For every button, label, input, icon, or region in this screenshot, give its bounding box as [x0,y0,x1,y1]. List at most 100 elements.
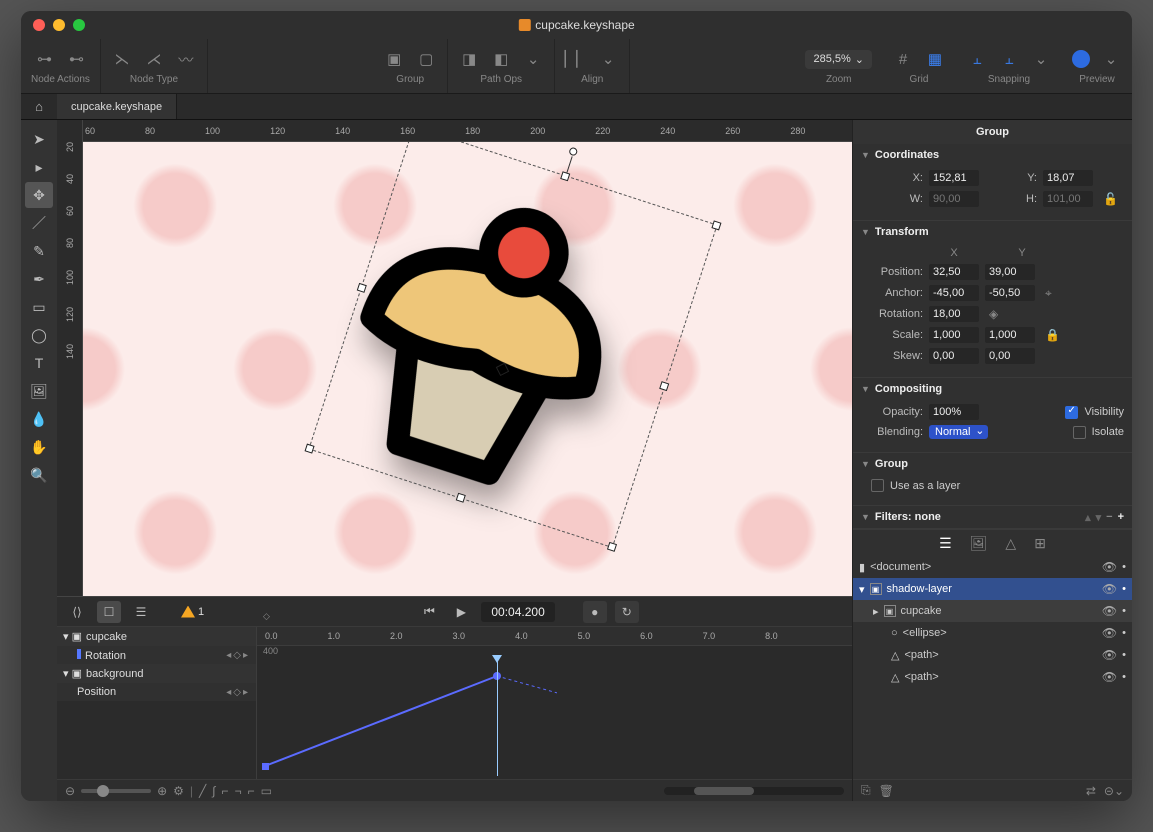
visibility-icon[interactable]: 👁 [1102,604,1117,618]
corner-node-icon[interactable]: ⋋ [111,48,133,70]
animation-curve[interactable] [257,656,557,801]
curve-linear-icon[interactable]: ╱ [199,784,206,798]
timeline-item-background[interactable]: ▾ ▣ background [57,664,256,683]
anchor-y-input[interactable] [985,285,1035,301]
zoom-in-button[interactable]: ⊕ [157,784,167,798]
layer-path-1[interactable]: △<path>👁 • [853,644,1132,666]
layer-cupcake[interactable]: ▸ ▣cupcake👁 • [853,600,1132,622]
layer-shadow-layer[interactable]: ▾ ▣shadow-layer👁 • [853,578,1132,600]
use-as-layer-checkbox[interactable] [871,479,884,492]
lock-dot-icon[interactable]: • [1122,605,1126,617]
scale-y-input[interactable] [985,327,1035,343]
ungroup-icon[interactable]: ▢ [415,48,437,70]
timeline-prop-rotation[interactable]: Rotation◂◇▸ [57,646,256,664]
handle-tm[interactable] [560,171,570,181]
lock-dot-icon[interactable]: • [1122,627,1126,639]
layers-tab-assets[interactable]: 🖼 [970,535,988,552]
filter-up-icon[interactable]: ▴ [1085,511,1091,524]
blending-select[interactable]: Normal [929,425,988,439]
section-group[interactable]: ▼Group [853,453,1132,475]
coord-h-input[interactable] [1043,191,1093,207]
layers-tab-list[interactable]: ☰ [939,535,952,552]
eyedropper-tool[interactable]: 💧 [25,406,53,432]
anchor-x-input[interactable] [929,285,979,301]
filter-add-icon[interactable]: + [1118,511,1124,523]
timeline-scrollbar[interactable] [664,787,844,795]
break-nodes-icon[interactable]: ⊷ [65,48,87,70]
layers-tab-symbols[interactable]: △ [1005,535,1016,552]
play-button[interactable]: ▶ [449,601,473,623]
layers-options-button[interactable]: ⊝⌄ [1104,784,1124,798]
document-tab[interactable]: cupcake.keyshape [57,94,177,119]
timeline-item-cupcake[interactable]: ▾ ▣ cupcake [57,627,256,646]
preview-more-icon[interactable]: ⌄ [1100,48,1122,70]
text-tool[interactable]: T [25,350,53,376]
grid-toggle-icon[interactable]: # [892,48,914,70]
section-transform[interactable]: ▼Transform [853,221,1132,243]
transform-tool[interactable]: ✥ [25,182,53,208]
coord-x-input[interactable] [929,170,979,186]
align-left-icon[interactable]: ▏▏ [565,48,587,70]
zoom-value[interactable]: 285,5% ⌄ [805,50,872,69]
position-x-input[interactable] [929,264,979,280]
union-icon[interactable]: ◨ [458,48,480,70]
layers-tab-grid[interactable]: ⊞ [1034,535,1046,552]
timeline-view-list[interactable]: ☰ [129,601,153,623]
ellipse-tool[interactable]: ◯ [25,322,53,348]
zoom-out-button[interactable]: ⊖ [65,784,75,798]
curve-easein-icon[interactable]: ⌐ [222,784,229,798]
settings-icon[interactable]: ⚙ [173,784,184,798]
snap-settings-icon[interactable]: ⫠ [998,48,1020,70]
skew-x-input[interactable] [929,348,979,364]
pencil-tool[interactable]: ✎ [25,238,53,264]
visibility-icon[interactable]: 👁 [1102,648,1117,662]
keyframe-nav-icon[interactable]: ◂◇▸ [226,650,250,661]
warnings-badge[interactable]: 1 [181,606,204,618]
visibility-icon[interactable]: 👁 [1102,582,1117,596]
curve-step-icon[interactable]: ⌐ [248,784,255,798]
minimize-window-button[interactable] [53,19,65,31]
snap-icon[interactable]: ⫠ [966,48,988,70]
rotation-input[interactable] [929,306,979,322]
preview-icon[interactable] [1072,50,1090,68]
image-tool[interactable]: 🖼 [25,378,53,404]
rectangle-tool[interactable]: ▭ [25,294,53,320]
anchor-origin[interactable] [496,362,509,375]
symmetric-node-icon[interactable]: 〰 [175,48,197,70]
timeline-view-curves[interactable]: ☐ [97,601,121,623]
lock-dot-icon[interactable]: • [1122,561,1126,573]
smooth-node-icon[interactable]: ⋌ [143,48,165,70]
keyframe-nav-icon[interactable]: ◂◇▸ [226,687,250,698]
position-y-input[interactable] [985,264,1035,280]
coord-y-input[interactable] [1043,170,1093,186]
section-compositing[interactable]: ▼Compositing [853,378,1132,400]
align-more-icon[interactable]: ⌄ [597,48,619,70]
pen-tool[interactable]: ✒ [25,266,53,292]
pathops-more-icon[interactable]: ⌄ [522,48,544,70]
select-tool[interactable]: ➤ [25,126,53,152]
curve-ease-icon[interactable]: ∫ [212,784,215,798]
opacity-input[interactable] [929,404,979,420]
home-tab[interactable]: ⌂ [21,94,57,119]
hand-tool[interactable]: ✋ [25,434,53,460]
delete-layer-button[interactable]: 🗑 [879,784,894,798]
zoom-tool[interactable]: 🔍 [25,462,53,488]
lock-dot-icon[interactable]: • [1122,649,1126,661]
grid-settings-icon[interactable]: ▦ [924,48,946,70]
lock-dot-icon[interactable]: • [1122,583,1126,595]
lock-icon[interactable]: 🔓 [1103,192,1118,206]
visibility-icon[interactable]: 👁 [1102,670,1117,684]
filter-remove-icon[interactable]: − [1106,511,1112,523]
filter-down-icon[interactable]: ▾ [1096,511,1102,524]
layer-document[interactable]: ▮<document>👁 • [853,556,1132,578]
loop-button[interactable]: ↻ [615,601,639,623]
coord-w-input[interactable] [929,191,979,207]
timeline-prop-position[interactable]: Position◂◇▸ [57,683,256,701]
visibility-icon[interactable]: 👁 [1102,626,1117,640]
curve-easeout-icon[interactable]: ¬ [235,784,242,798]
layers-filter-button[interactable]: ⇄ [1086,784,1096,798]
lock-dot-icon[interactable]: • [1122,671,1126,683]
record-button[interactable]: ● [583,601,607,623]
subtract-icon[interactable]: ◧ [490,48,512,70]
scale-x-input[interactable] [929,327,979,343]
